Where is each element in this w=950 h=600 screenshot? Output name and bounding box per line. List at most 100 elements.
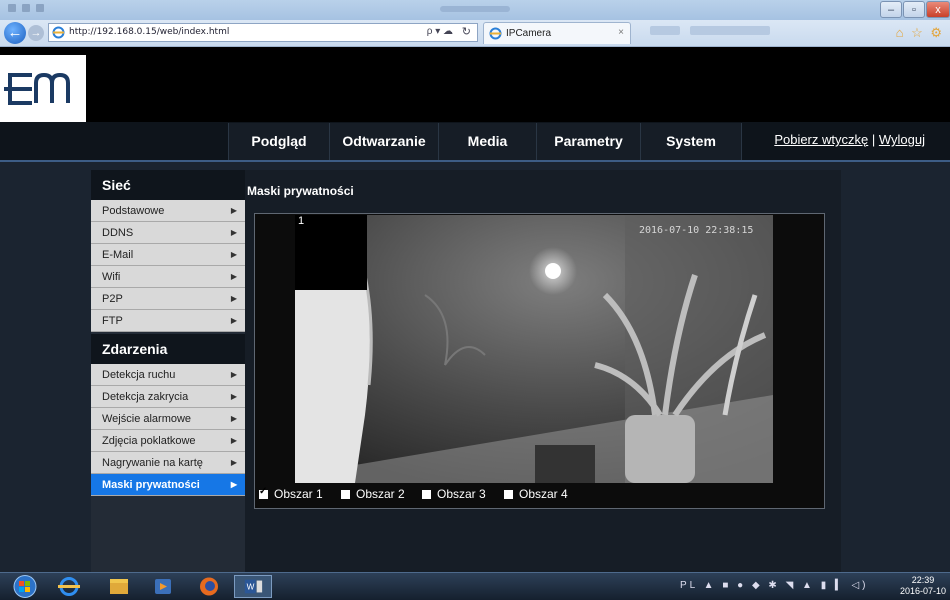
checkbox-icon[interactable] [341,490,350,499]
search-icon[interactable]: ρ ▾ ☁ [427,26,453,37]
page-favicon-icon [52,26,65,39]
link-separator: | [871,132,876,147]
tab-close-icon[interactable]: × [618,27,624,38]
page-title: Maski prywatności [247,184,354,198]
word-icon[interactable]: W [234,575,272,598]
brand-logo [0,55,86,122]
sidebar-item-label: Detekcja ruchu [102,369,176,381]
area-4-option[interactable]: Obszar 4 [504,487,568,501]
chevron-right-icon: ▶ [230,272,237,281]
file-explorer-icon[interactable] [100,575,138,598]
settings-sidebar: Sieć Podstawowe ▶ DDNS ▶ E-Mail ▶ Wifi ▶ P2P… [91,170,245,572]
browser-tab[interactable]: IPCamera × [483,22,631,44]
language-indicator[interactable]: PL [680,580,698,591]
sidebar-item-detekcja-ruchu[interactable]: Detekcja ruchu ▶ [91,364,245,386]
sidebar-item-zdjecia-poklatkowe[interactable]: Zdjęcia poklatkowe ▶ [91,430,245,452]
system-tray[interactable]: PL ▲ ■ ● ◆ ✱ ◥ ▲ ▮ ▍ ◁) [680,580,869,591]
taskbar-clock[interactable]: 22:39 2016-07-10 [900,575,946,597]
sidebar-item-label: P2P [102,293,123,305]
sidebar-item-label: Detekcja zakrycia [102,391,189,403]
media-player-icon[interactable] [144,575,182,598]
clock-date: 2016-07-10 [899,586,946,596]
area-2-option[interactable]: Obszar 2 [341,487,405,501]
browser-titlebar: – ▫ x [0,0,950,20]
chevron-right-icon: ▶ [230,458,237,467]
sidebar-item-label: Maski prywatności [102,479,200,491]
start-orb-icon[interactable] [8,575,42,598]
header-links: Pobierz wtyczkę | Wyloguj [774,132,925,147]
back-button[interactable]: ← [4,22,26,44]
sidebar-item-label: E-Mail [102,249,134,261]
windows-taskbar: W PL ▲ ■ ● ◆ ✱ ◥ ▲ ▮ ▍ ◁) 22:39 2016-07-… [0,572,950,600]
nav-system[interactable]: System [640,123,742,160]
checkbox-icon[interactable] [504,490,513,499]
forward-button[interactable]: → [28,25,44,41]
camera-timestamp: 2016-07-10 22:38:15 [639,225,754,236]
sidebar-item-ftp[interactable]: FTP ▶ [91,310,245,332]
nav-parametry[interactable]: Parametry [536,123,640,160]
sidebar-item-email[interactable]: E-Mail ▶ [91,244,245,266]
em-logo-icon [4,72,70,105]
area-label: Obszar 1 [274,487,323,501]
internet-explorer-icon[interactable] [50,575,88,598]
chevron-right-icon: ▶ [230,250,237,259]
maximize-button[interactable]: ▫ [903,1,925,18]
privacy-mask-area-1[interactable] [295,215,367,290]
sidebar-item-p2p[interactable]: P2P ▶ [91,288,245,310]
privacy-mask-editor[interactable]: 1 2016-07-10 22:38:15 Obszar 1 Obszar 2 … [254,213,825,509]
sidebar-item-label: DDNS [102,227,134,239]
browser-address-bar: ← → http://192.168.0.15/web/index.html ρ… [0,20,950,47]
sidebar-item-nagrywanie-na-karte[interactable]: Nagrywanie na kartę ▶ [91,452,245,474]
download-plugin-link[interactable]: Pobierz wtyczkę [774,132,868,147]
sidebar-item-maski-prywatnosci[interactable]: Maski prywatności ▶ [91,474,245,496]
chevron-right-icon: ▶ [230,206,237,215]
tab-title: IPCamera [506,28,552,39]
chevron-right-icon: ▶ [230,294,237,303]
nav-media[interactable]: Media [438,123,536,160]
logout-link[interactable]: Wyloguj [879,132,925,147]
sidebar-item-label: Podstawowe [102,205,165,217]
sidebar-section-zdarzenia: Zdarzenia [91,334,245,364]
sidebar-item-detekcja-zakrycia[interactable]: Detekcja zakrycia ▶ [91,386,245,408]
sidebar-item-label: Nagrywanie na kartę [102,457,203,469]
tab-favicon-icon [489,27,502,40]
chevron-right-icon: ▶ [230,316,237,325]
close-window-button[interactable]: x [926,1,950,18]
quick-access-icon [22,4,30,12]
quick-access-icon [8,4,16,12]
sidebar-item-wejscie-alarmowe[interactable]: Wejście alarmowe ▶ [91,408,245,430]
mask-label: 1 [298,215,305,227]
chevron-right-icon: ▶ [230,392,237,401]
browser-toolbar-icons[interactable]: ⌂ ☆ ⚙ [896,25,944,41]
area-label: Obszar 4 [519,487,568,501]
chevron-right-icon: ▶ [230,228,237,237]
firefox-icon[interactable] [190,575,228,598]
chevron-right-icon: ▶ [230,370,237,379]
nav-podglad[interactable]: Podgląd [228,123,329,160]
refresh-icon[interactable]: ↻ [462,25,471,38]
sidebar-item-podstawowe[interactable]: Podstawowe ▶ [91,200,245,222]
inactive-tab[interactable] [690,26,770,35]
area-3-option[interactable]: Obszar 3 [422,487,486,501]
sidebar-item-wifi[interactable]: Wifi ▶ [91,266,245,288]
sidebar-item-label: Zdjęcia poklatkowe [102,435,196,447]
main-nav: Podgląd Odtwarzanie Media Parametry Syst… [0,122,950,162]
minimize-button[interactable]: – [880,1,902,18]
nav-odtwarzanie[interactable]: Odtwarzanie [329,123,438,160]
sidebar-section-siec: Sieć [91,170,245,200]
checkbox-icon[interactable] [422,490,431,499]
url-field[interactable]: http://192.168.0.15/web/index.html ρ ▾ ☁… [48,23,478,42]
checkbox-checked-icon[interactable] [259,486,268,499]
sidebar-item-ddns[interactable]: DDNS ▶ [91,222,245,244]
area-label: Obszar 2 [356,487,405,501]
inactive-tab[interactable] [650,26,680,35]
app-header [0,47,950,122]
content-panel: Maski prywatności 1 2016-07-10 22:38:15 … [245,170,841,572]
sidebar-item-label: Wifi [102,271,121,283]
area-checkbox-row: Obszar 1 Obszar 2 Obszar 3 Obszar 4 [255,484,824,506]
sidebar-item-label: FTP [102,315,123,327]
area-1-option[interactable]: Obszar 1 [259,486,323,501]
quick-access-icon [36,4,44,12]
svg-text:W: W [247,583,255,592]
url-text: http://192.168.0.15/web/index.html [69,27,230,37]
